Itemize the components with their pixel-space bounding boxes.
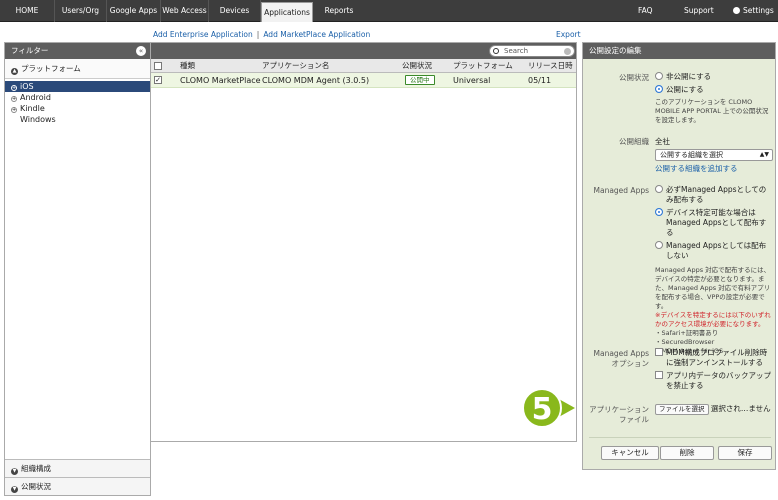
platform-item-android[interactable]: + Android — [5, 92, 150, 103]
expand-icon: + — [11, 85, 17, 91]
delete-button[interactable]: 削除 — [660, 446, 714, 460]
collapse-icon[interactable]: « — [136, 46, 146, 56]
col-name[interactable]: アプリケーション名 — [262, 59, 329, 73]
settings-link[interactable]: Settings — [733, 0, 774, 22]
table-row[interactable]: ✓ CLOMO MarketPlace CLOMO MDM Agent (3.0… — [151, 73, 576, 88]
managed-option-label: Managed Apps オプション — [593, 349, 650, 368]
managed-apps-label: Managed Apps — [593, 186, 650, 195]
org-value: 全社 — [655, 137, 670, 146]
app-file-group: ファイルを選択 選択され…ません — [655, 404, 773, 415]
tab-google-apps[interactable]: Google Apps — [107, 0, 161, 22]
step-number-badge: 5 — [522, 388, 562, 428]
row-checkbox[interactable]: ✓ — [154, 76, 162, 84]
publish-status-group: 非公開にする 公開にする このアプリケーションを CLOMO MOBILE AP… — [655, 72, 773, 125]
status-badge: 公開中 — [405, 75, 435, 85]
divider — [589, 437, 771, 438]
chevron-up-icon: ▲ — [11, 68, 18, 75]
managed-note: Managed Apps 対応で配布するには、デバイスの特定が必要となります。ま… — [655, 266, 771, 310]
table-toolbar: Search — [151, 43, 576, 59]
row-release: 05/11 — [528, 76, 552, 85]
org-group: 全社 公開する組織を選択 ▲▼ 公開する組織を追加する — [655, 137, 773, 174]
filter-title: フィルター — [11, 46, 49, 55]
row-app-name: CLOMO MDM Agent (3.0.5) — [262, 76, 370, 85]
app-table-panel: Search 種類 アプリケーション名 公開状況 プラットフォーム リリース日時… — [150, 42, 577, 442]
tab-users-org[interactable]: Users/Org — [55, 0, 107, 22]
support-link[interactable]: Support — [684, 0, 714, 22]
top-nav: HOME Users/Org Google Apps Web Access De… — [0, 0, 778, 22]
managed-opt3-radio[interactable]: Managed Appsとしては配布しない — [655, 241, 773, 261]
filter-section-status[interactable]: ▼ 公開状況 — [5, 477, 150, 495]
filter-section-platform[interactable]: ▲ プラットフォーム — [5, 59, 150, 79]
expand-icon: + — [11, 107, 17, 113]
publish-settings-panel: 公開設定の編集 公開状況 非公開にする 公開にする このアプリケーションを CL… — [582, 42, 776, 470]
col-platform[interactable]: プラットフォーム — [453, 59, 513, 73]
tab-devices[interactable]: Devices — [209, 0, 261, 22]
radio-icon — [655, 185, 663, 193]
choose-file-button[interactable]: ファイルを選択 — [655, 404, 709, 415]
publish-status-label: 公開状況 — [619, 73, 649, 82]
gear-icon — [733, 7, 740, 14]
panel-title: 公開設定の編集 — [583, 43, 775, 59]
filter-section-org[interactable]: ▼ 組織構成 — [5, 459, 150, 477]
tab-web-access[interactable]: Web Access — [161, 0, 209, 22]
platform-item-kindle[interactable]: + Kindle — [5, 103, 150, 114]
radio-selected-icon — [655, 85, 663, 93]
org-label: 公開組織 — [619, 137, 649, 146]
row-status: 公開中 — [405, 73, 435, 88]
app-file-label: アプリケーション ファイル — [589, 405, 649, 424]
disable-backup-checkbox[interactable]: アプリ内データのバックアップを禁止する — [655, 371, 773, 391]
org-select[interactable]: 公開する組織を選択 ▲▼ — [655, 149, 773, 161]
chevron-down-icon: ▼ — [11, 468, 18, 475]
radio-icon — [655, 241, 663, 249]
search-icon — [493, 48, 499, 54]
managed-list-item: ・SecuredBrowser — [655, 338, 715, 346]
managed-apps-group: 必ずManaged Appsとしてのみ配布する デバイス特定可能な場合はMana… — [655, 185, 773, 356]
force-uninstall-checkbox[interactable]: MDM構成プロファイル削除時に強制アンインストールする — [655, 348, 773, 368]
chevron-down-icon: ▼ — [11, 486, 18, 493]
tab-home[interactable]: HOME — [0, 0, 55, 22]
row-type: CLOMO MarketPlace — [180, 76, 261, 85]
managed-option-group: MDM構成プロファイル削除時に強制アンインストールする アプリ内データのバックア… — [655, 348, 773, 391]
dropdown-arrow-icon: ▲▼ — [759, 151, 769, 158]
filter-header: フィルター « — [5, 43, 150, 59]
managed-opt2-radio[interactable]: デバイス特定可能な場合はManaged Appsとして配布する — [655, 208, 773, 238]
checkbox-icon — [655, 371, 663, 379]
select-all-checkbox[interactable] — [154, 62, 162, 70]
table-header: 種類 アプリケーション名 公開状況 プラットフォーム リリース日時 — [151, 59, 576, 73]
tab-applications[interactable]: Applications — [261, 2, 313, 22]
cancel-button[interactable]: キャンセル — [601, 446, 659, 460]
clear-icon[interactable] — [564, 48, 571, 55]
file-status: 選択され…ません — [710, 404, 771, 413]
col-status[interactable]: 公開状況 — [402, 59, 432, 73]
checkbox-icon — [655, 348, 663, 356]
filter-panel: フィルター « ▲ プラットフォーム + iOS + Android + Kindle … — [4, 42, 151, 496]
publish-note: このアプリケーションを CLOMO MOBILE APP PORTAL 上での公… — [655, 98, 769, 124]
tab-reports[interactable]: Reports — [313, 0, 365, 22]
platform-list: + iOS + Android + Kindle Windows — [5, 79, 150, 125]
managed-opt1-radio[interactable]: 必ずManaged Appsとしてのみ配布する — [655, 185, 773, 205]
publish-off-radio[interactable]: 非公開にする — [655, 72, 773, 85]
add-app-links: Add Enterprise Application | Add MarketPla… — [153, 30, 370, 39]
export-link[interactable]: Export — [556, 30, 581, 39]
expand-icon: + — [11, 96, 17, 102]
platform-item-windows[interactable]: Windows — [5, 114, 150, 125]
managed-list-item: ・Safari+証明書あり — [655, 329, 719, 337]
faq-link[interactable]: FAQ — [638, 0, 653, 22]
platform-item-ios[interactable]: + iOS — [5, 81, 150, 92]
row-platform: Universal — [453, 76, 491, 85]
save-button[interactable]: 保存 — [718, 446, 772, 460]
add-marketplace-app-link[interactable]: Add MarketPlace Application — [263, 30, 370, 39]
add-enterprise-app-link[interactable]: Add Enterprise Application — [153, 30, 253, 39]
add-org-link[interactable]: 公開する組織を追加する — [655, 164, 773, 174]
col-type[interactable]: 種類 — [180, 59, 195, 73]
publish-on-radio[interactable]: 公開にする — [655, 85, 773, 98]
managed-warning: ※デバイスを特定するには以下のいずれかのアクセス環境が必要になります。 — [655, 311, 771, 328]
radio-selected-icon — [655, 208, 663, 216]
col-release[interactable]: リリース日時 — [528, 59, 573, 73]
radio-icon — [655, 72, 663, 80]
search-input[interactable]: Search — [489, 45, 575, 57]
link-separator: | — [256, 30, 260, 39]
